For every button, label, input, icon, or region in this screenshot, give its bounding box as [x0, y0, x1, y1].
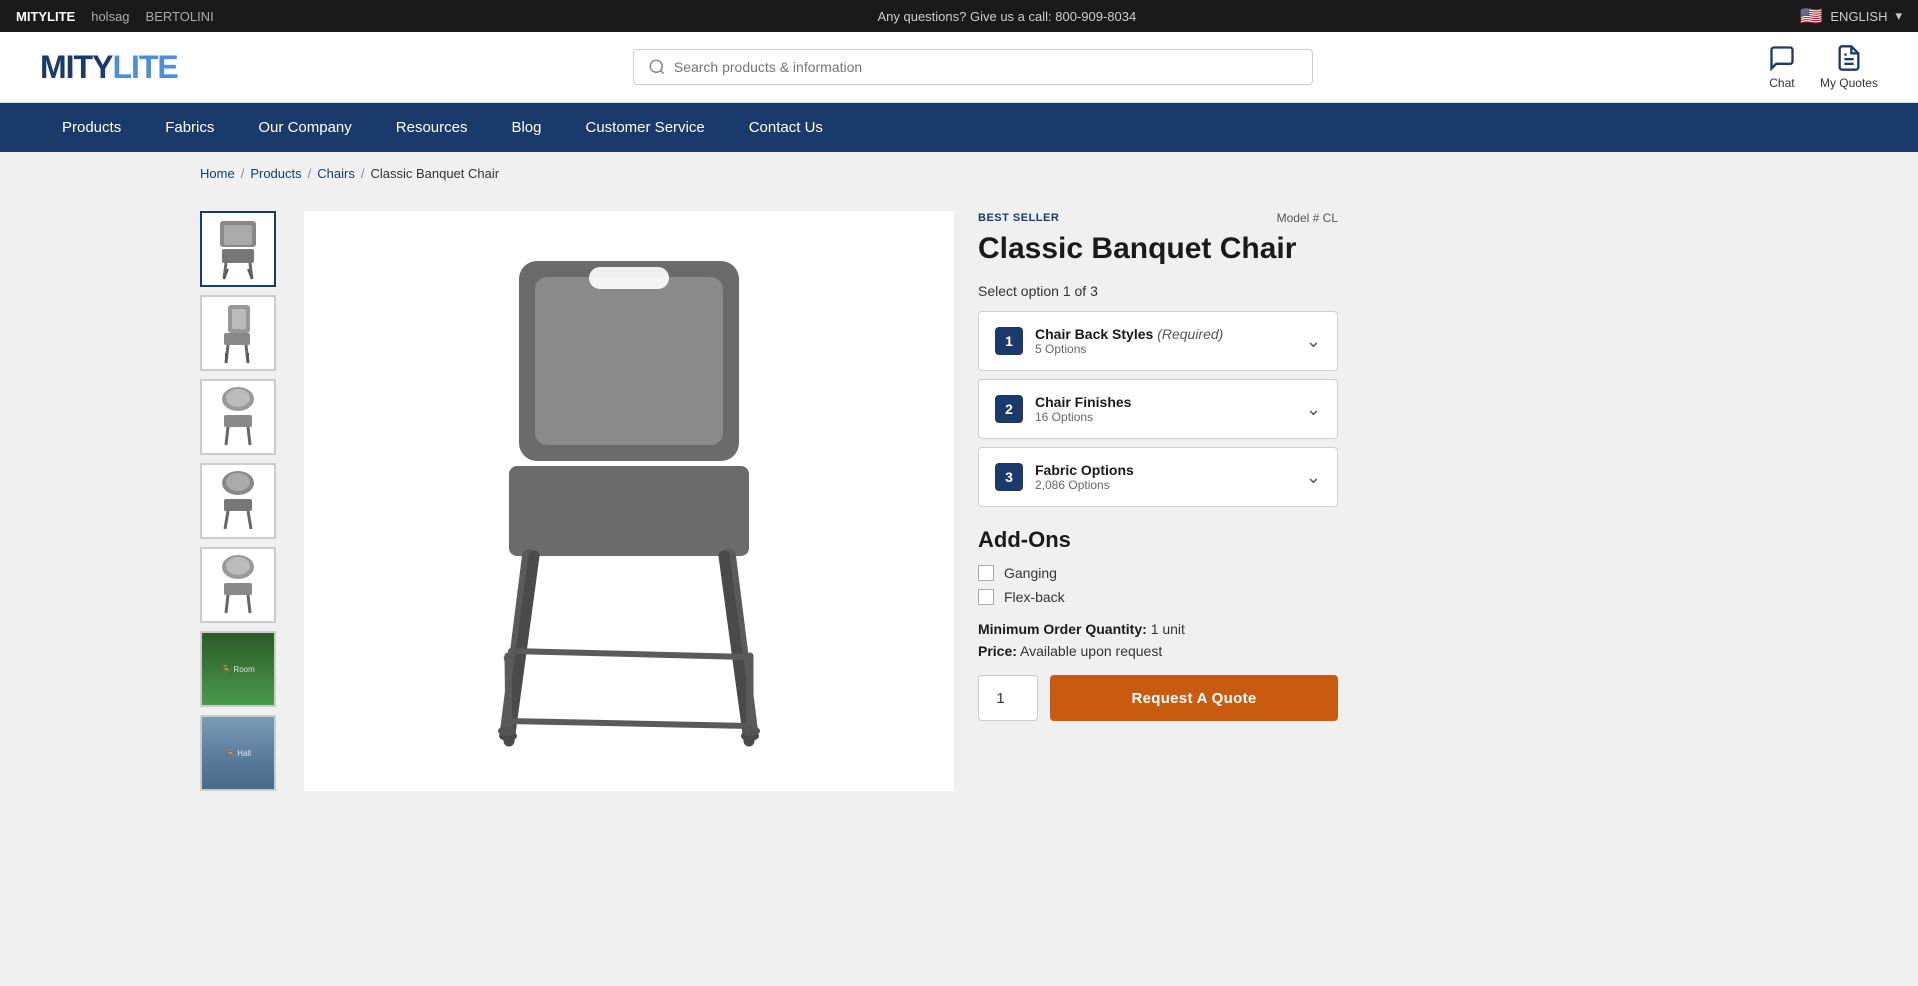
thumbnail-6[interactable]: 🪑 Room	[200, 631, 276, 707]
nav-blog[interactable]: Blog	[489, 103, 563, 152]
chevron-down-icon-3: ⌄	[1306, 467, 1321, 488]
thumb-chair-icon-2	[210, 301, 266, 365]
addons-title: Add-Ons	[978, 527, 1338, 553]
thumbnail-1[interactable]	[200, 211, 276, 287]
qty-quote-row: Request A Quote	[978, 675, 1338, 721]
thumbnail-5[interactable]	[200, 547, 276, 623]
language-selector[interactable]: 🇺🇸 ENGLISH ▾	[1800, 6, 1902, 27]
option-text-3: Fabric Options 2,086 Options	[1035, 462, 1134, 492]
thumbnail-4[interactable]	[200, 463, 276, 539]
top-bar: MITYLITE holsag BERTOLINI Any questions?…	[0, 0, 1918, 32]
chevron-down-icon-1: ⌄	[1306, 331, 1321, 352]
option-left-2: 2 Chair Finishes 16 Options	[995, 394, 1131, 424]
header: MITYLITE Chat My Quotes	[0, 32, 1918, 103]
brand-mitylite[interactable]: MITYLITE	[16, 9, 75, 24]
breadcrumb-chairs[interactable]: Chairs	[317, 166, 355, 181]
addon-flexback-checkbox[interactable]	[978, 589, 994, 605]
select-option-label: Select option 1 of 3	[978, 283, 1338, 299]
phone-banner: Any questions? Give us a call: 800-909-8…	[877, 9, 1136, 24]
addon-ganging-checkbox[interactable]	[978, 565, 994, 581]
chevron-down-icon: ▾	[1895, 8, 1902, 24]
model-number: Model # CL	[1277, 211, 1338, 225]
option-chair-finishes[interactable]: 2 Chair Finishes 16 Options ⌄	[978, 379, 1338, 439]
chat-label: Chat	[1769, 76, 1794, 90]
price-value-text: Available upon request	[1020, 643, 1162, 659]
request-quote-button[interactable]: Request A Quote	[1050, 675, 1338, 721]
nav-products[interactable]: Products	[40, 103, 143, 152]
addon-flexback-label: Flex-back	[1004, 589, 1065, 605]
option-name-3: Fabric Options	[1035, 462, 1134, 478]
main-product-image	[304, 211, 954, 791]
nav-resources[interactable]: Resources	[374, 103, 490, 152]
brand-bertolini[interactable]: BERTOLINI	[146, 9, 214, 24]
product-layout: 🪑 Room 🪑 Hall	[0, 195, 1918, 831]
option-left-1: 1 Chair Back Styles (Required) 5 Options	[995, 326, 1223, 356]
search-icon	[648, 58, 666, 76]
addon-ganging-label: Ganging	[1004, 565, 1057, 581]
thumb-chair-icon-3	[210, 385, 266, 449]
addon-ganging-row: Ganging	[978, 565, 1338, 581]
chat-icon	[1768, 44, 1796, 72]
price-label: Price:	[978, 643, 1017, 659]
option-text-2: Chair Finishes 16 Options	[1035, 394, 1131, 424]
chair-illustration	[419, 231, 839, 771]
quantity-input[interactable]	[978, 675, 1038, 721]
option-sub-2: 16 Options	[1035, 410, 1131, 424]
thumb-chair-icon-5	[210, 553, 266, 617]
moq-value-text: 1 unit	[1151, 621, 1185, 637]
thumb-room-icon-6: 🪑 Room	[202, 633, 274, 705]
quotes-icon	[1835, 44, 1863, 72]
thumbnail-list: 🪑 Room 🪑 Hall	[200, 211, 280, 791]
option-name-1: Chair Back Styles (Required)	[1035, 326, 1223, 342]
product-info: BEST SELLER Model # CL Classic Banquet C…	[978, 211, 1338, 791]
thumbnail-7[interactable]: 🪑 Hall	[200, 715, 276, 791]
thumb-chair-icon-1	[210, 217, 266, 281]
quotes-label: My Quotes	[1820, 76, 1878, 90]
chair-svg-display	[304, 221, 954, 781]
option-name-2: Chair Finishes	[1035, 394, 1131, 410]
nav-contact-us[interactable]: Contact Us	[727, 103, 845, 152]
brand-holsag[interactable]: holsag	[91, 9, 129, 24]
option-sub-1: 5 Options	[1035, 342, 1223, 356]
nav-our-company[interactable]: Our Company	[236, 103, 373, 152]
main-nav: Products Fabrics Our Company Resources B…	[0, 103, 1918, 152]
breadcrumb-sep-2: /	[308, 166, 312, 181]
thumbnail-3[interactable]	[200, 379, 276, 455]
breadcrumb: Home / Products / Chairs / Classic Banqu…	[0, 152, 1918, 195]
language-label: ENGLISH	[1830, 9, 1887, 24]
search-bar[interactable]	[633, 49, 1313, 85]
option-num-1: 1	[995, 327, 1023, 355]
option-sub-3: 2,086 Options	[1035, 478, 1134, 492]
best-seller-badge: BEST SELLER	[978, 212, 1059, 224]
thumb-room-icon-7: 🪑 Hall	[202, 717, 274, 789]
chevron-down-icon-2: ⌄	[1306, 399, 1321, 420]
thumbnail-2[interactable]	[200, 295, 276, 371]
header-actions: Chat My Quotes	[1768, 44, 1878, 90]
option-left-3: 3 Fabric Options 2,086 Options	[995, 462, 1134, 492]
breadcrumb-current: Classic Banquet Chair	[370, 166, 499, 181]
option-chair-back-styles[interactable]: 1 Chair Back Styles (Required) 5 Options…	[978, 311, 1338, 371]
breadcrumb-home[interactable]: Home	[200, 166, 235, 181]
breadcrumb-sep-1: /	[241, 166, 245, 181]
moq-row: Minimum Order Quantity: 1 unit	[978, 621, 1338, 637]
addon-flexback-row: Flex-back	[978, 589, 1338, 605]
breadcrumb-sep-3: /	[361, 166, 365, 181]
chat-button[interactable]: Chat	[1768, 44, 1796, 90]
option-text-1: Chair Back Styles (Required) 5 Options	[1035, 326, 1223, 356]
option-num-3: 3	[995, 463, 1023, 491]
logo[interactable]: MITYLITE	[40, 49, 178, 86]
breadcrumb-products[interactable]: Products	[250, 166, 301, 181]
search-input[interactable]	[674, 59, 1298, 75]
option-num-2: 2	[995, 395, 1023, 423]
thumb-chair-icon-4	[210, 469, 266, 533]
option-fabric-options[interactable]: 3 Fabric Options 2,086 Options ⌄	[978, 447, 1338, 507]
brand-switcher: MITYLITE holsag BERTOLINI	[16, 9, 214, 24]
product-header-row: BEST SELLER Model # CL	[978, 211, 1338, 225]
price-row: Price: Available upon request	[978, 643, 1338, 659]
nav-customer-service[interactable]: Customer Service	[564, 103, 727, 152]
my-quotes-button[interactable]: My Quotes	[1820, 44, 1878, 90]
product-title: Classic Banquet Chair	[978, 231, 1338, 267]
moq-label: Minimum Order Quantity:	[978, 621, 1147, 637]
nav-fabrics[interactable]: Fabrics	[143, 103, 236, 152]
